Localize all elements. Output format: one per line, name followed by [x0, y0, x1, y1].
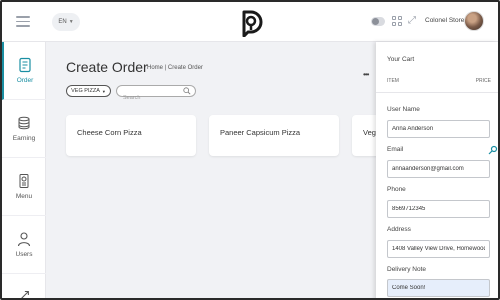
phone-field[interactable]	[387, 200, 490, 218]
phone-label: Phone	[387, 186, 406, 193]
sidebar-item-label: Earning	[12, 135, 36, 142]
users-icon	[17, 232, 31, 247]
sidebar-item-label: Order	[16, 77, 34, 84]
order-icon	[19, 57, 31, 73]
sidebar-item-label: Users	[15, 251, 33, 258]
address-label: Address	[387, 226, 411, 233]
brand-logo	[242, 10, 263, 37]
menu-book-icon	[19, 174, 29, 188]
cart-col-item: ITEM	[387, 78, 399, 84]
fullscreen-icon[interactable]: ⤢	[408, 16, 418, 26]
search-icon[interactable]	[183, 87, 191, 95]
hamburger-menu-icon[interactable]	[16, 16, 30, 28]
address-field[interactable]	[387, 240, 490, 258]
cart-title: Your Cart	[387, 56, 415, 63]
app-window: EN ▼ ⤢ Colonel Store Order Earning Menu …	[0, 0, 500, 300]
user-name-field[interactable]	[387, 120, 490, 138]
sidebar: Order Earning Menu Users	[2, 42, 46, 298]
avatar[interactable]	[464, 11, 484, 31]
apps-grid-icon[interactable]	[392, 16, 402, 26]
email-field[interactable]	[387, 160, 490, 178]
sidebar-item-menu[interactable]: Menu	[2, 158, 46, 216]
top-bar: EN ▼ ⤢ Colonel Store	[2, 2, 498, 42]
user-name-label: User Name	[387, 106, 420, 113]
caret-down-icon: ▼	[68, 19, 74, 25]
category-filter-label: VEG PIZZA	[71, 88, 100, 94]
page-title: Create Order	[66, 59, 148, 75]
search-box[interactable]	[116, 85, 196, 103]
sidebar-item-users[interactable]: Users	[2, 216, 46, 274]
divider	[376, 92, 498, 93]
cart-panel: Your Cart ITEM PRICE User Name Email Pho…	[376, 42, 498, 298]
product-name: Paneer Capsicum Pizza	[220, 128, 301, 137]
breadcrumb[interactable]: Home | Create Order	[147, 65, 203, 71]
location-pin-icon[interactable]	[488, 145, 498, 155]
cart-col-price: PRICE	[475, 78, 491, 84]
coins-icon	[18, 116, 30, 130]
delivery-note-field[interactable]	[387, 279, 490, 297]
category-filter[interactable]: VEG PIZZA ▼	[66, 85, 111, 97]
sidebar-item-label: Menu	[15, 193, 33, 200]
delivery-note-label: Delivery Note	[387, 266, 427, 273]
cart-header: ITEM PRICE	[387, 78, 491, 84]
search-input[interactable]	[123, 93, 183, 103]
sidebar-item-earning[interactable]: Earning	[2, 100, 46, 158]
language-selector[interactable]: EN ▼	[52, 13, 80, 31]
product-card[interactable]: Paneer Capsicum Pizza	[209, 115, 339, 156]
store-name: Colonel Store	[425, 17, 465, 24]
product-name: Veg	[363, 128, 376, 137]
product-card[interactable]: Cheese Corn Pizza	[66, 115, 196, 156]
language-label: EN	[58, 19, 67, 25]
report-icon	[21, 290, 29, 298]
theme-toggle[interactable]	[371, 17, 385, 26]
more-options-icon[interactable]: •••	[363, 70, 369, 79]
sidebar-item-more[interactable]	[2, 274, 46, 298]
email-label: Email	[387, 146, 404, 153]
product-name: Cheese Corn Pizza	[77, 128, 142, 137]
caret-down-icon: ▼	[101, 88, 106, 94]
sidebar-item-order[interactable]: Order	[2, 42, 46, 100]
